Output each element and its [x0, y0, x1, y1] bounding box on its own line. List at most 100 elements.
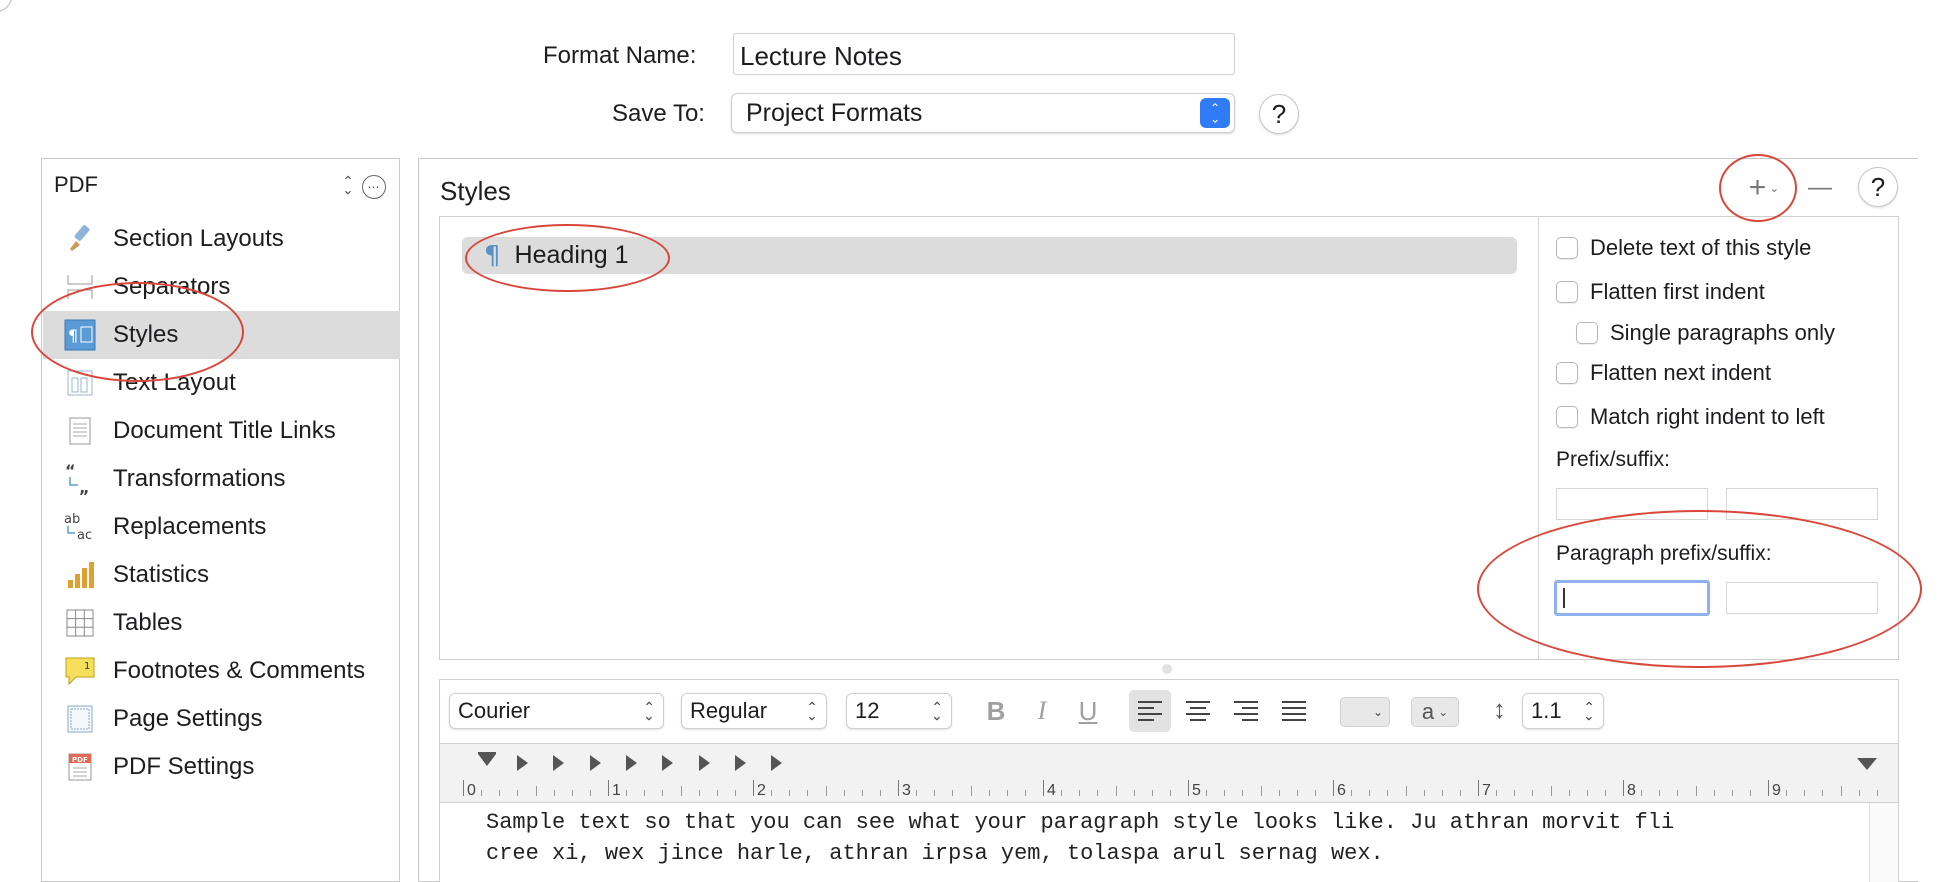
ruler-minor-tick: [861, 790, 863, 796]
popup-stepper-icon: ⌃ ⌃: [1200, 98, 1230, 128]
sidebar-item-document-title-links[interactable]: Document Title Links: [43, 407, 400, 455]
sidebar-item-transformations[interactable]: “„ Transformations: [43, 455, 400, 503]
font-family-popup[interactable]: Courier ⌃ ⌃: [449, 693, 664, 729]
tab-stop-marker[interactable]: [662, 755, 674, 771]
paragraph-prefix-field[interactable]: [1554, 580, 1710, 616]
option-flatten-next[interactable]: Flatten next indent: [1556, 360, 1771, 386]
ruler-minor-tick: [1242, 790, 1244, 796]
add-style-button[interactable]: + ⌄: [1740, 170, 1788, 206]
chevron-updown-icon: ⌃ ⌃: [1583, 699, 1595, 723]
tab-stop-marker[interactable]: [517, 755, 528, 771]
italic-button[interactable]: I: [1024, 693, 1060, 729]
ruler-minor-tick: [934, 790, 936, 796]
remove-style-button[interactable]: —: [1803, 170, 1837, 206]
italic-icon: I: [1037, 696, 1047, 725]
case-popup[interactable]: a ⌄: [1411, 697, 1459, 727]
chevron-down-icon: ⌄: [1372, 705, 1383, 719]
ruler-minor-tick: [1641, 790, 1643, 796]
prefix-field[interactable]: [1556, 488, 1708, 520]
left-indent-marker[interactable]: [478, 752, 496, 754]
tab-stop-marker[interactable]: [625, 755, 637, 771]
format-name-field[interactable]: Lecture Notes: [733, 33, 1235, 75]
sidebar-more-button[interactable]: ⋯: [362, 175, 386, 199]
match-right-checkbox[interactable]: [1556, 406, 1578, 428]
quotes-icon: “„: [63, 462, 97, 496]
flatten-first-checkbox[interactable]: [1556, 281, 1578, 303]
sidebar-format-selector[interactable]: PDF ⌃ ⌃: [54, 169, 354, 201]
splitter-handle[interactable]: [1162, 664, 1172, 674]
format-name-label: Format Name:: [543, 42, 697, 69]
ruler-minor-tick: [1224, 790, 1226, 796]
sidebar-item-label: Separators: [113, 273, 231, 300]
plus-icon: +: [1748, 171, 1767, 204]
bold-button[interactable]: B: [978, 693, 1014, 729]
suffix-field[interactable]: [1726, 488, 1878, 520]
ruler-minor-tick: [1550, 786, 1552, 796]
text-color-popup[interactable]: ⌄: [1340, 697, 1390, 727]
chevron-updown-icon: ⌃ ⌃: [643, 699, 655, 723]
preview-scrollbar[interactable]: [1869, 803, 1898, 882]
typeface-popup[interactable]: Regular ⌃ ⌃: [681, 693, 827, 729]
tab-stop-marker[interactable]: [589, 755, 601, 771]
ruler-label: 2: [757, 782, 766, 799]
sidebar-item-separators[interactable]: Separators: [43, 263, 400, 311]
ruler-minor-tick: [626, 790, 628, 796]
sidebar-item-pdf-settings[interactable]: PDF PDF Settings: [43, 743, 400, 791]
ab-ac-icon: ab ac: [63, 510, 97, 544]
tab-stop-marker[interactable]: [734, 755, 746, 771]
ruler-major-tick: [1478, 780, 1479, 796]
ruler-label: 4: [1047, 782, 1056, 799]
ruler-minor-tick: [698, 790, 700, 796]
first-indent-marker[interactable]: [478, 754, 496, 766]
align-right-button[interactable]: [1225, 690, 1267, 732]
ruler[interactable]: 0 1 2 3 4 5 6 7 8 9: [439, 743, 1899, 803]
align-justify-button[interactable]: [1273, 690, 1315, 732]
ruler-label: 5: [1192, 782, 1201, 799]
ruler-label: 0: [467, 782, 476, 799]
flatten-next-checkbox[interactable]: [1556, 362, 1578, 384]
font-size-popup[interactable]: 12 ⌃ ⌃: [846, 693, 952, 729]
style-list-row[interactable]: ¶ Heading 1: [462, 237, 1517, 274]
option-delete-text[interactable]: Delete text of this style: [1556, 235, 1811, 261]
option-match-right[interactable]: Match right indent to left: [1556, 404, 1825, 430]
sidebar-item-text-layout[interactable]: Text Layout: [43, 359, 400, 407]
sidebar-item-page-settings[interactable]: Page Settings: [43, 695, 400, 743]
ruler-minor-tick: [1441, 790, 1443, 796]
underline-button[interactable]: U: [1070, 693, 1106, 729]
sidebar-item-section-layouts[interactable]: Section Layouts: [43, 215, 400, 263]
svg-text:ab: ab: [64, 512, 80, 527]
ruler-major-tick: [1333, 780, 1334, 796]
align-center-button[interactable]: [1177, 690, 1219, 732]
delete-text-checkbox[interactable]: [1556, 237, 1578, 259]
single-paragraphs-checkbox[interactable]: [1576, 322, 1598, 344]
ruler-minor-tick: [1351, 790, 1353, 796]
header-help-button[interactable]: ?: [1259, 94, 1299, 134]
option-flatten-first[interactable]: Flatten first indent: [1556, 279, 1765, 305]
align-left-button[interactable]: [1129, 690, 1171, 732]
ruler-major-tick: [753, 780, 754, 796]
sidebar-item-label: Statistics: [113, 561, 210, 588]
sidebar-item-label: Tables: [113, 609, 183, 636]
ruler-major-tick: [463, 780, 464, 796]
right-indent-marker[interactable]: [1857, 758, 1877, 770]
option-label: Delete text of this style: [1590, 235, 1812, 260]
ruler-minor-tick: [1206, 790, 1208, 796]
sidebar-item-statistics[interactable]: Statistics: [43, 551, 400, 599]
ruler-minor-tick: [1296, 790, 1298, 796]
ruler-minor-tick: [734, 790, 736, 796]
save-to-popup[interactable]: Project Formats ⌃ ⌃: [731, 93, 1235, 133]
sidebar-item-replacements[interactable]: ab ac Replacements: [43, 503, 400, 551]
tab-stop-marker[interactable]: [553, 755, 565, 771]
tab-stop-marker[interactable]: [771, 755, 783, 771]
chevron-updown-icon: ⌃ ⌃: [806, 699, 818, 723]
sidebar-item-styles[interactable]: ¶ Styles: [43, 311, 400, 359]
paragraph-suffix-field[interactable]: [1726, 582, 1878, 614]
line-spacing-popup[interactable]: 1.1 ⌃ ⌃: [1522, 693, 1604, 729]
sidebar-item-footnotes-comments[interactable]: 1 Footnotes & Comments: [43, 647, 400, 695]
sidebar-item-tables[interactable]: Tables: [43, 599, 400, 647]
option-single-paragraphs[interactable]: Single paragraphs only: [1576, 320, 1835, 346]
svg-text:1: 1: [84, 661, 90, 672]
styles-help-button[interactable]: ?: [1858, 167, 1898, 207]
ruler-label: 1: [612, 782, 621, 799]
tab-stop-marker[interactable]: [698, 755, 710, 771]
